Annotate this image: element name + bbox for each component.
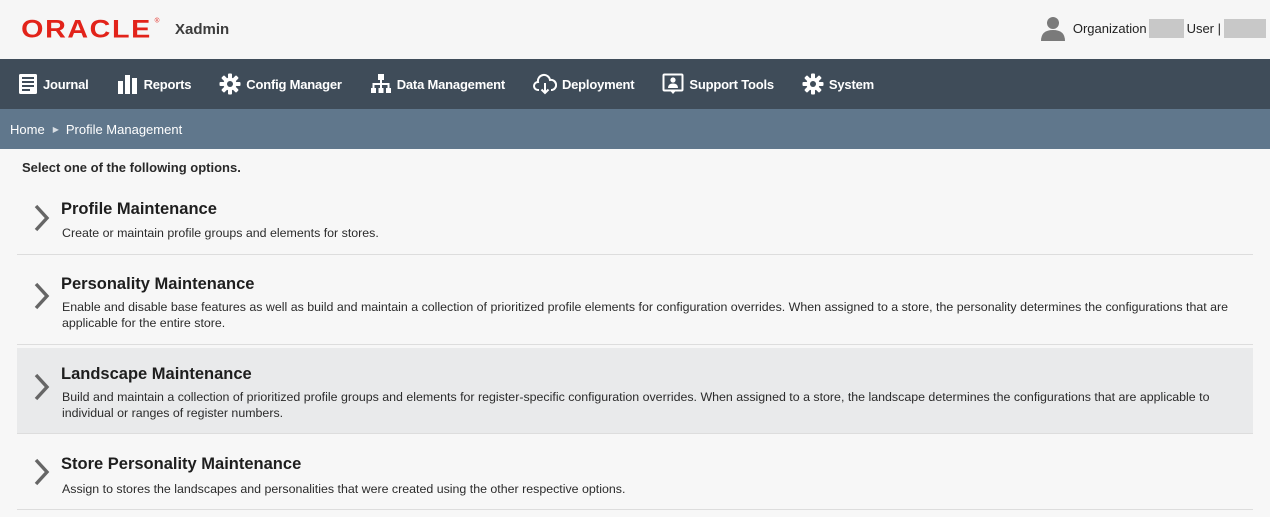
nav-support-tools-label: Support Tools <box>689 76 774 92</box>
nav-data-management-label: Data Management <box>396 76 505 92</box>
gear-icon <box>802 73 824 95</box>
option-title: Personality Maintenance <box>61 275 255 293</box>
organization-value-redacted <box>1148 18 1184 38</box>
chevron-right-icon <box>34 204 50 232</box>
user-icon <box>1040 17 1065 41</box>
nav-system-label: System <box>828 76 874 92</box>
option-profile-maintenance[interactable]: Profile Maintenance Create or maintain p… <box>17 192 1253 255</box>
svg-text:®: ® <box>155 16 160 24</box>
oracle-logo: ORACLE ® <box>21 15 160 42</box>
user-label: User | <box>1186 20 1221 36</box>
breadcrumb-home[interactable]: Home <box>10 122 45 137</box>
journal-icon <box>19 74 37 94</box>
top-header: ORACLE ® Xadmin Organization User | <box>0 0 1270 59</box>
option-title: Store Personality Maintenance <box>61 455 302 473</box>
breadcrumb-separator-icon: ▶ <box>52 124 59 134</box>
nav-deployment[interactable]: Deployment <box>532 73 635 95</box>
nav-journal-label: Journal <box>43 76 89 92</box>
app-name: Xadmin <box>175 21 230 38</box>
cloud-download-icon <box>532 73 557 95</box>
nav-reports[interactable]: Reports <box>117 73 192 95</box>
chevron-right-icon <box>34 458 50 486</box>
user-value-redacted <box>1224 18 1266 38</box>
main-content: Select one of the following options. Pro… <box>0 149 1270 517</box>
user-area: Organization User | <box>1040 15 1266 41</box>
nav-journal[interactable]: Journal <box>18 73 89 95</box>
option-description: Build and maintain a collection of prior… <box>62 390 1210 420</box>
nav-data-management[interactable]: Data Management <box>370 73 505 95</box>
breadcrumb-current: Profile Management <box>65 121 183 137</box>
chevron-right-icon <box>34 373 50 401</box>
reports-icon <box>117 75 137 94</box>
nav-config-manager[interactable]: Config Manager <box>219 73 342 95</box>
option-store-personality-maintenance[interactable]: Store Personality Maintenance Assign to … <box>17 436 1253 510</box>
support-icon <box>662 73 684 94</box>
nav-deployment-label: Deployment <box>561 76 635 92</box>
option-title: Landscape Maintenance <box>61 365 252 383</box>
option-description: Enable and disable base features as well… <box>62 300 1229 330</box>
gear-icon <box>219 73 241 95</box>
chevron-right-icon <box>34 282 50 310</box>
main-nav: Journal Reports Config Manager Data Mana… <box>0 59 1270 109</box>
option-landscape-maintenance[interactable]: Landscape Maintenance Build and maintain… <box>17 348 1253 434</box>
svg-text:ORACLE: ORACLE <box>21 15 152 42</box>
instruction-text: Select one of the following options. <box>22 160 241 175</box>
nav-config-manager-label: Config Manager <box>246 76 342 92</box>
option-description: Create or maintain profile groups and el… <box>62 226 379 240</box>
nav-reports-label: Reports <box>143 76 192 92</box>
organization-label: Organization <box>1072 20 1147 36</box>
nav-system[interactable]: System <box>802 73 874 95</box>
breadcrumb: Home ▶ Profile Management <box>0 109 1270 149</box>
option-title: Profile Maintenance <box>61 200 217 218</box>
nav-support-tools[interactable]: Support Tools <box>662 73 774 95</box>
option-personality-maintenance[interactable]: Personality Maintenance Enable and disab… <box>17 255 1253 345</box>
hierarchy-icon <box>370 74 391 93</box>
option-description: Assign to stores the landscapes and pers… <box>62 482 626 496</box>
